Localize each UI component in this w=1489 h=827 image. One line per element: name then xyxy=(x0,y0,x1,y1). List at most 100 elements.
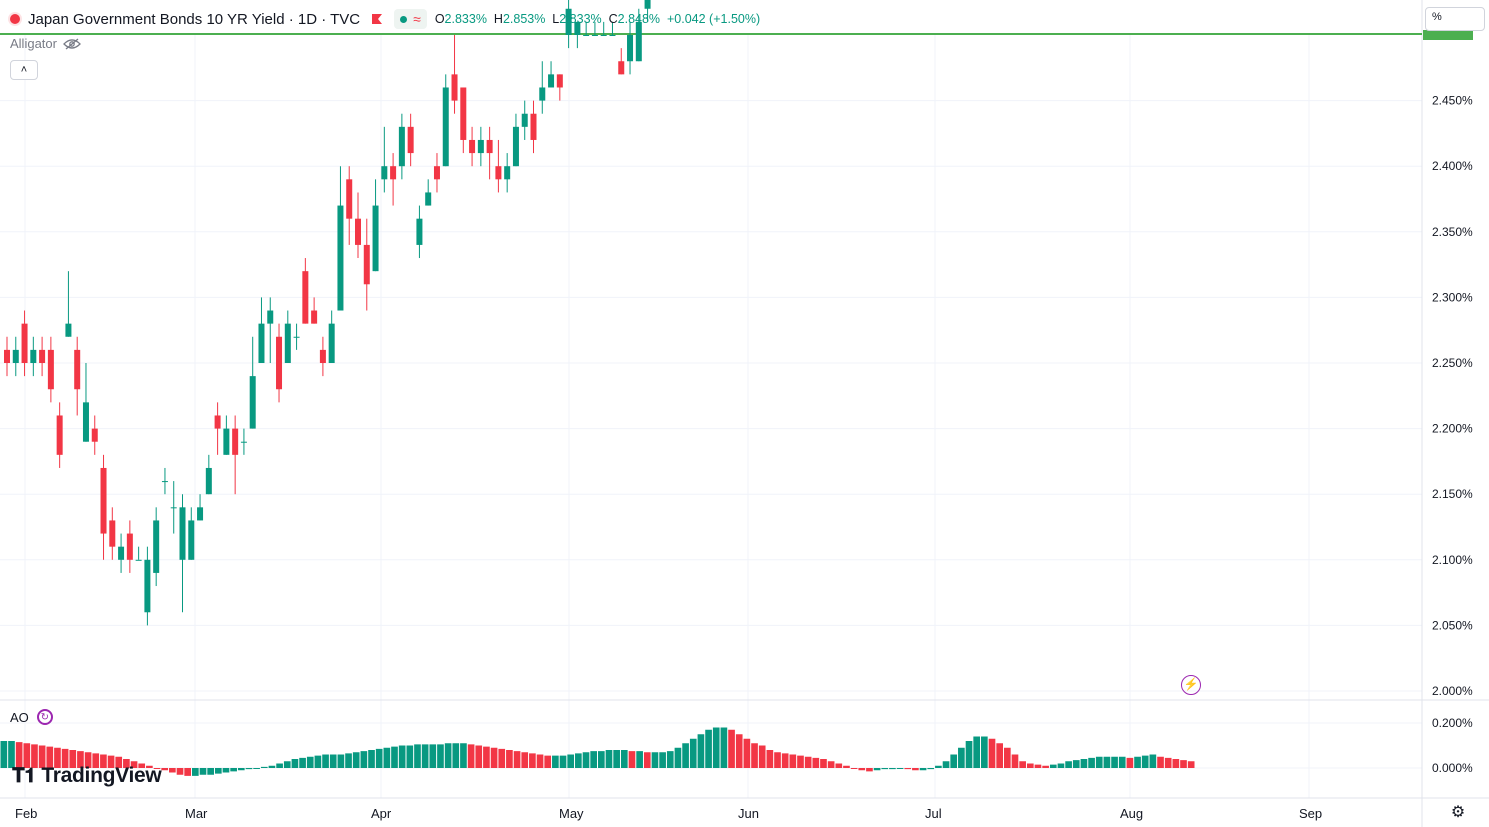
candle-body xyxy=(267,310,274,324)
candle-body xyxy=(232,428,239,455)
market-status-icon xyxy=(10,14,20,24)
ao-bar xyxy=(636,751,643,768)
ao-bar xyxy=(1042,765,1049,768)
ao-bar xyxy=(1111,756,1118,768)
candle-body xyxy=(47,349,54,390)
collapse-legend-button[interactable]: ˄ xyxy=(10,60,38,80)
ao-bar xyxy=(391,746,398,768)
ao-bar xyxy=(766,750,774,768)
candle-body xyxy=(548,74,555,88)
candle-body xyxy=(390,166,397,180)
candle-body xyxy=(319,349,326,363)
ao-bar xyxy=(873,768,881,771)
ao-bar xyxy=(774,752,781,768)
ao-bar xyxy=(1164,757,1172,768)
ao-bar xyxy=(866,768,873,772)
close-label: C xyxy=(608,12,618,26)
ao-bar xyxy=(414,744,421,768)
ao-bar xyxy=(575,753,582,768)
candle-body xyxy=(372,205,379,272)
symbol-title[interactable]: Japan Government Bonds 10 YR Yield · 1D … xyxy=(28,11,360,28)
ao-legend[interactable]: AO ↻ xyxy=(10,709,53,725)
ao-bar xyxy=(720,727,728,768)
ao-bar xyxy=(536,754,544,768)
ao-bar xyxy=(743,738,751,768)
ao-bar xyxy=(927,768,935,770)
candle-body xyxy=(460,87,467,140)
candle-body xyxy=(407,126,414,154)
y-tick-label: 2.150% xyxy=(1432,487,1473,501)
ao-bar xyxy=(674,747,682,768)
ao-bar xyxy=(345,753,352,768)
y-tick-label: 2.050% xyxy=(1432,618,1473,632)
candle-body xyxy=(249,376,256,429)
hidden-eye-icon[interactable] xyxy=(63,38,81,50)
ao-bar xyxy=(483,746,490,768)
logo-text: TradingView xyxy=(41,764,162,787)
ao-bar xyxy=(1134,756,1141,768)
ao-bar xyxy=(199,768,207,775)
ao-bar xyxy=(988,738,996,768)
candle-body xyxy=(433,166,440,180)
chart-canvas[interactable]: 2.000% 2.050% 2.100% 2.150% 2.200% 2.250% 2.30… xyxy=(0,0,1489,827)
ao-bar xyxy=(958,747,965,768)
lightning-icon[interactable]: ⚡ xyxy=(1181,675,1201,695)
ao-bar xyxy=(1187,761,1195,768)
ao-bar xyxy=(935,765,942,768)
ao-bar xyxy=(598,751,605,768)
cycle-icon[interactable]: ↻ xyxy=(36,709,53,725)
ao-bar xyxy=(1026,763,1034,768)
candle-body xyxy=(240,441,247,443)
candle-body xyxy=(118,546,125,560)
ao-bar xyxy=(797,755,804,768)
candle-body xyxy=(644,0,651,9)
candle-body xyxy=(539,87,546,101)
ao-bar xyxy=(260,766,268,768)
chart-root: 2.000% 2.050% 2.100% 2.150% 2.200% 2.250% 2.30… xyxy=(0,0,1489,827)
ao-bar xyxy=(942,761,950,768)
ao-bar xyxy=(1065,761,1072,768)
candle-body xyxy=(179,507,186,560)
candle-body xyxy=(109,520,116,547)
status-pill[interactable]: ≈ xyxy=(394,9,427,29)
ao-bar xyxy=(620,750,628,768)
ao-bar xyxy=(1003,747,1011,768)
settings-gear-icon[interactable]: ⚙ xyxy=(1449,804,1467,822)
ao-bar xyxy=(245,768,253,770)
flag-icon[interactable] xyxy=(370,12,384,26)
ao-bar xyxy=(950,754,958,768)
tradingview-logo[interactable]: 𝐓𝟏 TradingView xyxy=(12,764,162,788)
ao-bar xyxy=(1080,759,1088,768)
ao-bar xyxy=(789,754,797,768)
ao-bar xyxy=(651,752,659,768)
ao-bar xyxy=(904,768,912,770)
ao-bar xyxy=(582,752,590,768)
ao-label: AO xyxy=(10,709,29,725)
candle-body xyxy=(214,415,221,429)
y-tick-label: 2.300% xyxy=(1432,290,1473,304)
candle-body xyxy=(30,349,37,363)
x-tick-label: Feb xyxy=(15,806,37,821)
ao-bar xyxy=(1103,756,1111,768)
ao-bar xyxy=(0,741,8,768)
alligator-legend[interactable]: Alligator xyxy=(10,36,81,51)
candle-body xyxy=(39,349,46,363)
ao-bar xyxy=(820,759,827,768)
ao-bar xyxy=(804,756,812,768)
candle-body xyxy=(100,467,107,534)
ao-bar xyxy=(299,757,306,768)
candle-body xyxy=(302,271,309,324)
candle-body xyxy=(284,323,291,363)
candle-body xyxy=(65,323,72,337)
ao-bar xyxy=(1095,756,1103,768)
low-value: 2.833% xyxy=(559,12,602,26)
ao-bar xyxy=(781,753,789,768)
x-tick-label: May xyxy=(559,806,584,821)
ao-bar xyxy=(444,743,452,768)
price-scale-unit[interactable]: % xyxy=(1425,7,1485,31)
ao-bar xyxy=(628,751,636,768)
ao-bar xyxy=(383,747,391,768)
ao-bar xyxy=(452,743,460,768)
ao-bar xyxy=(1157,756,1164,768)
ao-bar xyxy=(827,761,835,768)
